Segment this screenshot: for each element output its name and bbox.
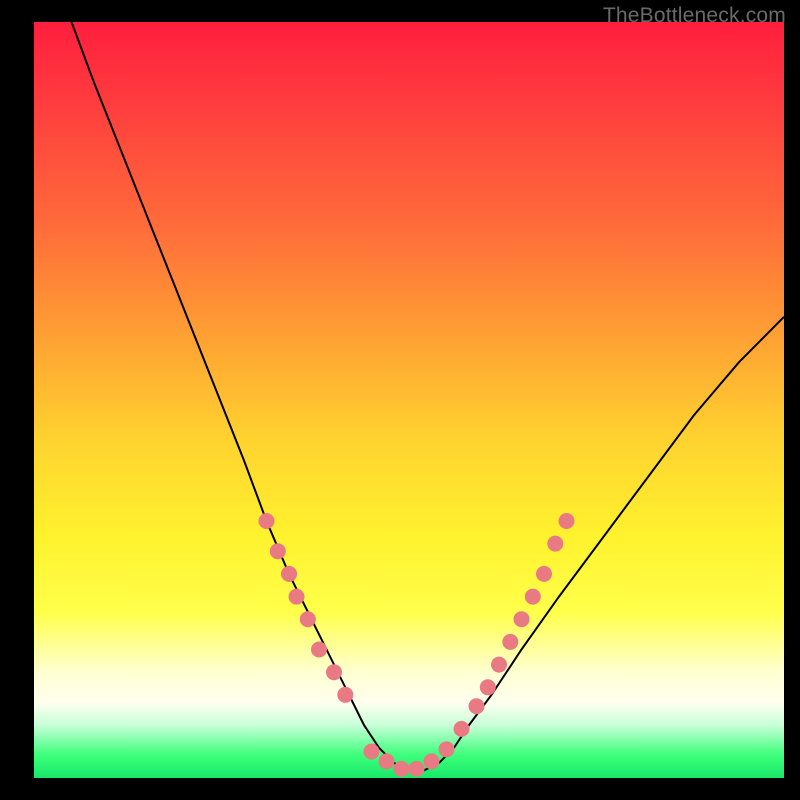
sample-dot [281,566,297,582]
sample-dot [559,513,575,529]
sample-dot [514,611,530,627]
sample-dot [480,679,496,695]
sample-dot [536,566,552,582]
sample-dot [547,536,563,552]
sample-dot [394,761,410,777]
sample-dot [439,741,455,757]
sample-dot [454,721,470,737]
sample-dot [469,698,485,714]
sample-dot [379,753,395,769]
sample-dot [409,761,425,777]
sample-dot [311,642,327,658]
sample-dot [270,543,286,559]
sample-dots-group [259,513,575,777]
sample-dot [326,664,342,680]
sample-dot [337,687,353,703]
plot-area [34,22,784,778]
sample-dot [424,753,440,769]
sample-dot [525,589,541,605]
sample-dot [491,657,507,673]
sample-dot [259,513,275,529]
plot-svg [34,22,784,778]
sample-dot [502,634,518,650]
chart-frame: TheBottleneck.com [0,0,800,800]
sample-dot [289,589,305,605]
bottleneck-curve [72,22,785,770]
sample-dot [300,611,316,627]
sample-dot [364,744,380,760]
